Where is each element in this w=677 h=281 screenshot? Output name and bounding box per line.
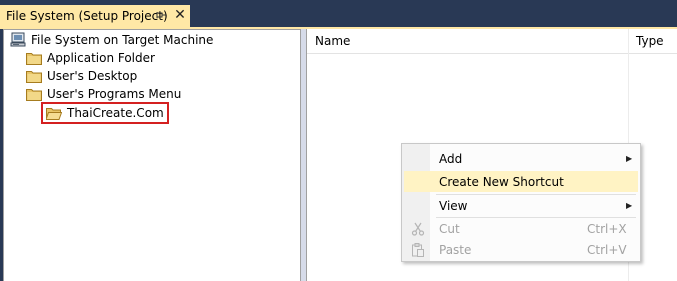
- menu-item-label: Add: [439, 151, 463, 166]
- file-system-tree[interactable]: File System on Target Machine Applicatio…: [3, 29, 301, 281]
- menu-item-create-new-shortcut[interactable]: Create New Shortcut: [404, 171, 638, 192]
- folder-icon: [26, 70, 42, 83]
- tree-node-users-programs-menu[interactable]: User's Programs Menu: [26, 85, 181, 103]
- menu-item-label: Cut: [439, 221, 460, 236]
- context-menu: Add ▶ Create New Shortcut View ▶ Cut Ctr…: [401, 143, 641, 262]
- document-tab-title: File System (Setup Project): [6, 9, 168, 23]
- menu-item-shortcut: Ctrl+V: [587, 242, 627, 257]
- close-icon[interactable]: ✕: [173, 7, 187, 23]
- menu-item-add[interactable]: Add ▶: [404, 148, 638, 169]
- folder-icon: [26, 52, 42, 65]
- pin-icon[interactable]: [155, 8, 167, 22]
- menu-item-label: Create New Shortcut: [439, 174, 564, 189]
- tree-node-application-folder[interactable]: Application Folder: [26, 49, 155, 67]
- tree-node-users-desktop[interactable]: User's Desktop: [26, 67, 137, 85]
- scissors-icon: [410, 221, 426, 237]
- column-header-name[interactable]: Name: [315, 29, 350, 53]
- tree-node-label: User's Programs Menu: [47, 87, 182, 101]
- column-header-type[interactable]: Type: [636, 29, 664, 53]
- tree-node-label: User's Desktop: [47, 69, 138, 83]
- list-header: Name Type: [307, 29, 677, 54]
- document-tab[interactable]: File System (Setup Project) ✕: [0, 5, 190, 27]
- menu-item-view[interactable]: View ▶: [404, 195, 638, 216]
- tree-node-label: ThaiCreate.Com: [67, 106, 164, 120]
- computer-icon: [10, 32, 26, 48]
- menu-item-shortcut: Ctrl+X: [587, 221, 627, 236]
- submenu-arrow-icon: ▶: [626, 154, 633, 163]
- tree-node-root-label: File System on Target Machine: [31, 33, 214, 47]
- folder-open-icon: [46, 107, 62, 120]
- paste-icon: [410, 242, 426, 258]
- tree-node-root[interactable]: File System on Target Machine: [10, 31, 213, 49]
- folder-icon: [26, 88, 42, 101]
- menu-item-label: Paste: [439, 242, 472, 257]
- tree-node-thaicreate-com[interactable]: ThaiCreate.Com: [41, 102, 169, 124]
- menu-item-paste[interactable]: Paste Ctrl+V: [404, 239, 638, 260]
- tree-node-label: Application Folder: [47, 51, 155, 65]
- submenu-arrow-icon: ▶: [626, 201, 633, 210]
- menu-item-label: View: [439, 198, 468, 213]
- menu-item-cut[interactable]: Cut Ctrl+X: [404, 218, 638, 239]
